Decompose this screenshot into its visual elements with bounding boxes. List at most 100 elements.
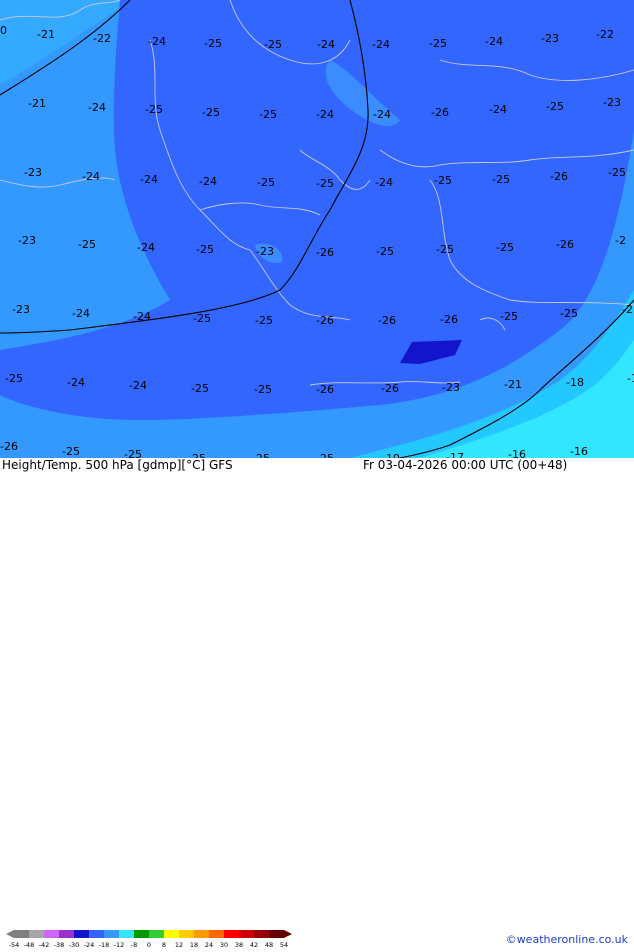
legend-tick-label: 42: [250, 941, 258, 948]
legend-swatch: [179, 930, 195, 938]
legend-swatch: [89, 930, 105, 938]
legend-tick-label: 24: [205, 941, 213, 948]
legend-swatch: [269, 930, 285, 938]
contour-label: -17: [446, 451, 464, 458]
legend-tick-label: 12: [175, 941, 183, 948]
legend-tick-label: 54: [280, 941, 288, 948]
legend-tick-label: -8: [131, 941, 137, 948]
contour-label: -24: [317, 38, 335, 51]
legend-swatch: [224, 930, 240, 938]
contour-label: -25: [560, 307, 578, 320]
legend-tick-label: 0: [147, 941, 151, 948]
contour-label: -25: [608, 166, 626, 179]
contour-label: -26: [316, 383, 334, 396]
contour-label: -25: [259, 108, 277, 121]
legend-tick-label: -30: [69, 941, 80, 948]
contour-label: -26: [378, 314, 396, 327]
contour-label: -23: [12, 303, 30, 316]
contour-label: -2: [622, 303, 633, 316]
contour-label: -25: [204, 37, 222, 50]
contour-label: -25: [429, 37, 447, 50]
contour-label: -24: [485, 35, 503, 48]
legend-tick-label: -12: [114, 941, 125, 948]
contour-label: -25: [436, 243, 454, 256]
legend-tick-label: -48: [24, 941, 35, 948]
contour-label: -25: [145, 103, 163, 116]
contour-label: -25: [124, 448, 142, 458]
contour-label: -25: [202, 106, 220, 119]
contour-label: -24: [316, 108, 334, 121]
contour-label: -24: [140, 173, 158, 186]
contour-label: 0: [0, 24, 7, 37]
contour-label: -26: [431, 106, 449, 119]
contour-label: -24: [489, 103, 507, 116]
contour-label: -25: [254, 383, 272, 396]
legend-swatch: [14, 930, 30, 938]
legend-low-arrow: [6, 930, 14, 938]
legend-tick-label: -18: [99, 941, 110, 948]
contour-label: -24: [148, 35, 166, 48]
credit-link[interactable]: ©weatheronline.co.uk: [506, 933, 628, 946]
legend-swatch: [44, 930, 60, 938]
contour-label: -23: [442, 381, 460, 394]
contour-label: -25: [496, 241, 514, 254]
contour-label: -25: [5, 372, 23, 385]
legend-tick-label: 8: [162, 941, 166, 948]
color-legend: -54 -48 -42 -38 -30 -24 -18 -12 -8 0 8 12 18 24 30 38 42…: [4, 930, 294, 949]
contour-label: -21: [28, 97, 46, 110]
legend-swatch: [209, 930, 225, 938]
legend-tick-label: 18: [190, 941, 198, 948]
contour-label: -25: [191, 382, 209, 395]
footer: Height/Temp. 500 hPa [gdmp][°C] GFS Fr 0…: [0, 458, 634, 949]
contour-label: -23: [541, 32, 559, 45]
contour-label: -23: [603, 96, 621, 109]
contour-label: -21: [37, 28, 55, 41]
contour-label: -26: [440, 313, 458, 326]
contour-label: -23: [256, 245, 274, 258]
contour-label: -25: [264, 38, 282, 51]
legend-swatch: [164, 930, 180, 938]
weather-map: 0 -21 -22 -24 -25 -25 -24 -24 -25 -24 -23 -22 -21 -24…: [0, 0, 634, 458]
contour-label: -26: [381, 382, 399, 395]
contour-label: -25: [546, 100, 564, 113]
legend-swatch: [239, 930, 255, 938]
legend-swatch: [119, 930, 135, 938]
contour-label: -25: [193, 312, 211, 325]
contour-label: -16: [508, 448, 526, 458]
contour-label: -26: [316, 246, 334, 259]
contour-label: -25: [78, 238, 96, 251]
legend-swatch: [104, 930, 120, 938]
contour-label: -24: [372, 38, 390, 51]
legend-swatch: [149, 930, 165, 938]
contour-label: -26: [316, 314, 334, 327]
contour-label: -24: [373, 108, 391, 121]
contour-label: -24: [137, 241, 155, 254]
legend-tick-label: -38: [54, 941, 65, 948]
contour-label: -25: [255, 314, 273, 327]
legend-tick-label: -54: [9, 941, 20, 948]
contour-label: -23: [18, 234, 36, 247]
legend-tick-label: 30: [220, 941, 228, 948]
legend-tick-label: -42: [39, 941, 50, 948]
contour-label: -22: [93, 32, 111, 45]
legend-swatch: [59, 930, 75, 938]
contour-label: -24: [67, 376, 85, 389]
legend-swatch: [29, 930, 45, 938]
contour-label: -25: [500, 310, 518, 323]
legend-swatch: [254, 930, 270, 938]
legend-swatch: [134, 930, 150, 938]
contour-label: -18: [566, 376, 584, 389]
contour-label: -24: [199, 175, 217, 188]
contour-label: -25: [62, 445, 80, 458]
contour-label: -25: [492, 173, 510, 186]
contour-label: -26: [0, 440, 18, 453]
product-title: Height/Temp. 500 hPa [gdmp][°C] GFS: [2, 458, 233, 472]
legend-high-arrow: [284, 930, 292, 938]
contour-label: -1: [627, 372, 634, 385]
contour-label: -25: [196, 243, 214, 256]
contour-label: -24: [88, 101, 106, 114]
contour-label: -24: [375, 176, 393, 189]
valid-datetime: Fr 03-04-2026 00:00 UTC (00+48): [363, 458, 568, 472]
contour-label: -26: [556, 238, 574, 251]
contour-label: -24: [129, 379, 147, 392]
